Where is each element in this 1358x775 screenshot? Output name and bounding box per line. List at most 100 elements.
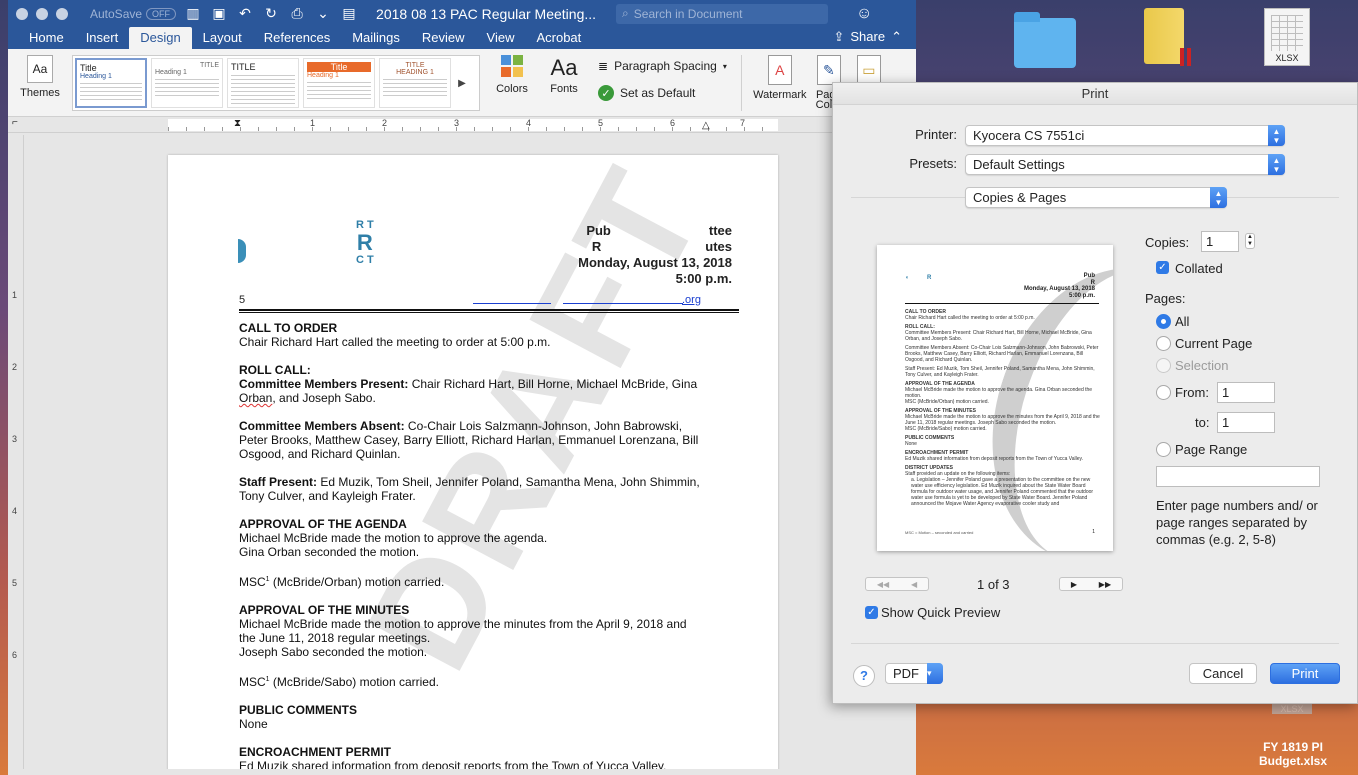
ribbon-tabs: Home Insert Design Layout References Mai… — [8, 27, 916, 49]
tab-view[interactable]: View — [476, 30, 526, 49]
paragraph-spacing-button[interactable]: ≣ Paragraph Spacing ▾ — [598, 59, 727, 73]
desktop-folder-blue[interactable] — [1014, 12, 1076, 68]
redo-icon[interactable]: ↻ — [262, 5, 280, 22]
share-icon: ⇪ — [833, 29, 845, 44]
collapse-ribbon-icon[interactable]: ⌃ — [891, 29, 902, 45]
show-quick-preview-checkbox[interactable]: ✓ — [865, 606, 878, 619]
close-window-button[interactable] — [16, 7, 28, 20]
print-button[interactable]: Print — [1270, 663, 1340, 684]
feedback-smiley-icon[interactable]: ☺ — [856, 5, 872, 23]
pages-from-radio[interactable] — [1156, 385, 1171, 400]
copies-input[interactable]: 1 — [1201, 231, 1239, 252]
watermark-button[interactable]: A Watermark — [752, 55, 808, 101]
themes-button[interactable]: Aa Themes — [14, 55, 66, 99]
pdf-menu-button[interactable]: PDF ▾ — [885, 663, 943, 684]
desktop-folder-yellow[interactable] — [1144, 8, 1194, 66]
paragraph-spacing-label: Paragraph Spacing — [614, 59, 717, 73]
tab-insert[interactable]: Insert — [75, 30, 130, 49]
style-set-thumbnail[interactable]: TITLE Heading 1 — [151, 58, 223, 108]
tab-home[interactable]: Home — [18, 30, 75, 49]
search-input[interactable]: ⌕ Search in Document — [616, 3, 829, 24]
pages-label: Pages: — [1145, 291, 1186, 306]
ribbon-divider — [740, 55, 742, 111]
autosave-toggle[interactable]: OFF — [146, 7, 177, 20]
from-input[interactable]: 1 — [1217, 382, 1275, 403]
print-preview: ◖ R Pub R Monday, August 13, 2018 5:00 p… — [877, 245, 1113, 551]
page-borders-icon: ▭ — [856, 55, 881, 85]
style-set-thumbnail[interactable]: Title Heading 1 — [303, 58, 375, 108]
tab-stop-icon[interactable]: ⌐ — [12, 117, 18, 128]
tab-mailings[interactable]: Mailings — [341, 30, 411, 49]
document-page[interactable]: DRAFT R T R C T Pub ttee Rutes Monday, Au… — [168, 155, 778, 775]
vertical-ruler[interactable]: 1 2 3 4 5 6 — [8, 135, 24, 775]
desktop-xlsx-file[interactable]: XLSX FY 1819 PI Budget.xlsx — [1238, 704, 1348, 768]
pages-all-radio[interactable] — [1156, 314, 1171, 329]
presets-select[interactable]: Default Settings ▲ ▼ — [965, 154, 1285, 175]
first-page-icon[interactable]: ◀◀ — [877, 580, 889, 589]
sidebar-icon[interactable]: ▥ — [184, 5, 202, 22]
printer-select[interactable]: Kyocera CS 7551ci ▲ ▼ — [965, 125, 1285, 146]
cancel-button[interactable]: Cancel — [1189, 663, 1257, 684]
print-icon[interactable]: ⎙ — [288, 5, 306, 22]
contact-line: 5 .org — [239, 294, 701, 306]
collated-checkbox[interactable]: ✓ — [1156, 261, 1169, 274]
tab-acrobat[interactable]: Acrobat — [525, 30, 592, 49]
themes-label: Themes — [20, 87, 60, 99]
next-page-icon[interactable]: ▶ — [1071, 580, 1077, 589]
save-icon[interactable]: ▣ — [210, 5, 228, 22]
paragraph-group: ≣ Paragraph Spacing ▾ ✓ Set as Default — [598, 55, 727, 101]
autosave[interactable]: AutoSave OFF — [90, 7, 177, 21]
minimize-window-button[interactable] — [36, 7, 48, 20]
section-select[interactable]: Copies & Pages ▲ ▼ — [965, 187, 1227, 208]
file-label-line2: Budget.xlsx — [1258, 754, 1327, 768]
section-heading: ENCROACHMENT PERMIT — [239, 745, 391, 759]
page-range-input[interactable] — [1156, 466, 1320, 487]
header-rule — [239, 309, 739, 313]
page-range-radio[interactable] — [1156, 442, 1171, 457]
dialog-title: Print — [833, 83, 1357, 105]
presets-label: Presets: — [909, 156, 957, 171]
to-input[interactable]: 1 — [1217, 412, 1275, 433]
style-set-thumbnail[interactable]: TITLE HEADING 1 — [379, 58, 451, 108]
next-last-page-buttons[interactable]: ▶ ▶▶ — [1059, 577, 1123, 591]
org-logo-mark — [238, 239, 246, 263]
tab-references[interactable]: References — [253, 30, 341, 49]
updown-arrows-icon: ▲ ▼ — [1268, 125, 1285, 146]
tab-design[interactable]: Design — [129, 27, 192, 49]
style-set-thumbnail[interactable]: Title Heading 1 — [75, 58, 147, 108]
gallery-next-icon[interactable]: ▶ — [455, 58, 469, 108]
help-button[interactable]: ? — [853, 665, 875, 687]
fonts-button[interactable]: Aa Fonts — [544, 55, 584, 95]
style-set-thumbnail[interactable]: TITLE — [227, 58, 299, 108]
first-prev-page-buttons[interactable]: ◀◀ ◀ — [865, 577, 929, 591]
from-label: From: — [1175, 385, 1209, 400]
zoom-window-button[interactable] — [56, 7, 68, 20]
tab-review[interactable]: Review — [411, 30, 476, 49]
file-label-line1: FY 1819 PI — [1263, 740, 1323, 754]
folder-icon — [1014, 12, 1076, 68]
preview-header: Pub R Monday, August 13, 2018 5:00 p.m. — [1023, 273, 1095, 299]
indent-marker-icon[interactable]: ⧗ — [234, 118, 241, 129]
separator — [851, 643, 1339, 644]
horizontal-ruler[interactable]: ⌐ 1 2 3 4 5 6 7 ⧗ △ — [8, 117, 916, 133]
desktop-xlsx-file-top[interactable]: XLSX — [1264, 8, 1310, 66]
word-doc-icon: ▤ — [342, 5, 356, 21]
pages-selection-radio[interactable] — [1156, 358, 1171, 373]
colors-button[interactable]: Colors — [492, 55, 532, 95]
prev-page-icon[interactable]: ◀ — [911, 580, 917, 589]
design-ribbon: Aa Themes Title Heading 1 TITLE Heading … — [8, 49, 916, 117]
copies-stepper[interactable]: ▲ ▼ — [1245, 233, 1255, 249]
tab-layout[interactable]: Layout — [192, 30, 253, 49]
last-page-icon[interactable]: ▶▶ — [1099, 580, 1111, 589]
share-button[interactable]: ⇪ Share ⌃ — [833, 29, 902, 45]
checkmark-icon: ✓ — [598, 85, 614, 101]
right-indent-marker-icon[interactable]: △ — [702, 120, 710, 131]
customize-toolbar-icon[interactable]: ⌄ — [314, 5, 332, 22]
undo-icon[interactable]: ↶ — [236, 5, 254, 22]
pages-current-radio[interactable] — [1156, 336, 1171, 351]
chevron-down-icon: ▾ — [927, 663, 943, 684]
xlsx-label: XLSX — [1275, 53, 1299, 63]
show-quick-preview-label: Show Quick Preview — [881, 605, 1001, 620]
website-link[interactable]: .org — [682, 294, 701, 306]
set-as-default-button[interactable]: ✓ Set as Default — [598, 85, 727, 101]
